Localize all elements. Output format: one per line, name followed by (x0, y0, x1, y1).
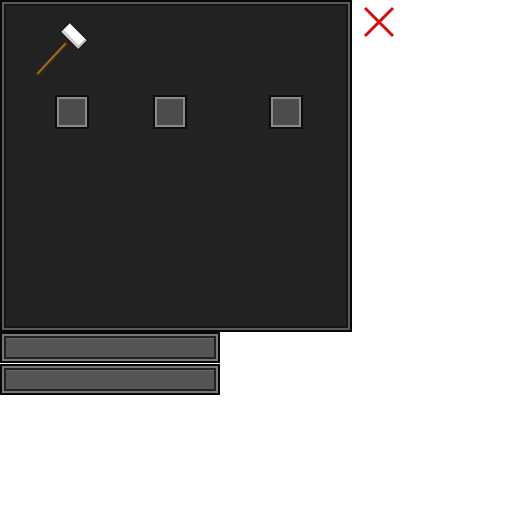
action-bar-1-fill (6, 338, 214, 357)
item-slot-1[interactable] (55, 95, 89, 129)
close-button[interactable] (360, 3, 398, 41)
item-slot-3[interactable] (269, 95, 303, 129)
action-bar-1[interactable] (0, 332, 220, 363)
action-bar-2-fill (6, 370, 214, 389)
hammer-icon (32, 16, 96, 80)
item-slot-2[interactable] (153, 95, 187, 129)
action-bar-2[interactable] (0, 364, 220, 395)
crafting-panel (0, 0, 352, 332)
game-screen (0, 0, 512, 512)
close-icon (363, 6, 395, 38)
